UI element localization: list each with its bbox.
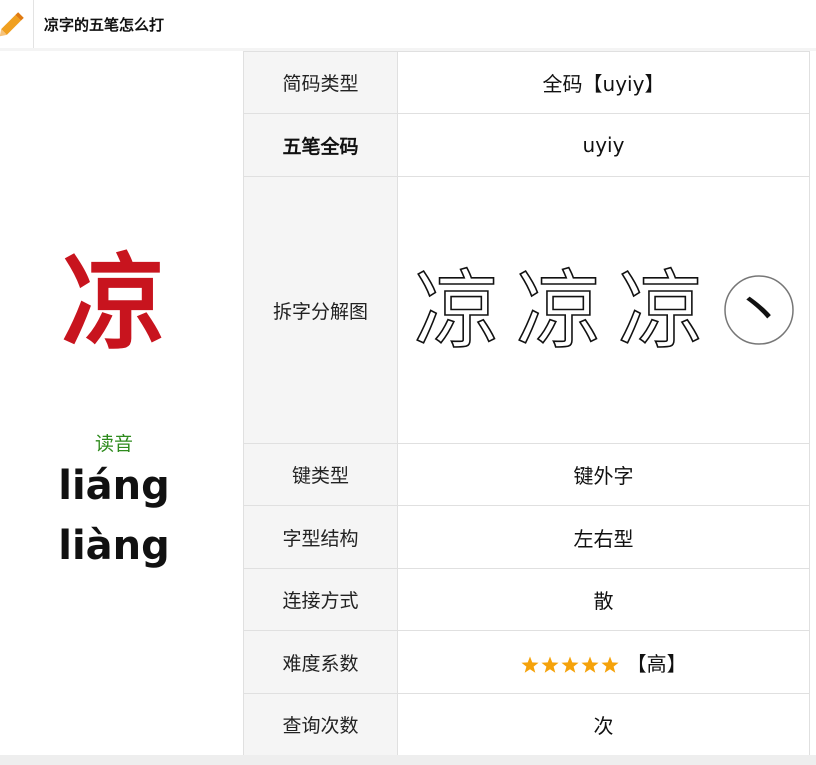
table-row: 难度系数 【高】	[243, 630, 810, 694]
decomposition-image: 凉 凉 凉 丶	[397, 176, 810, 444]
row-value-code-type: 全码【uyiy】	[397, 51, 810, 114]
wubi-info-table: 简码类型 全码【uyiy】 五笔全码 uyiy 拆字分解图 凉 凉 凉 丶 键类…	[243, 51, 810, 756]
character-panel: 凉 读音 liáng liàng	[0, 51, 243, 755]
row-value-full-code: uyiy	[397, 113, 810, 177]
row-key-query-count: 查询次数	[243, 693, 398, 756]
star-icon	[521, 656, 539, 673]
page-title: 凉字的五笔怎么打	[44, 16, 165, 34]
row-key-key-type: 键类型	[243, 443, 398, 506]
row-key-difficulty: 难度系数	[243, 630, 398, 694]
row-value-connection: 散	[397, 568, 810, 631]
table-row: 简码类型 全码【uyiy】	[243, 51, 810, 114]
decomp-glyph-2: 凉	[516, 261, 602, 361]
table-row: 查询次数 次	[243, 693, 810, 756]
stroke-glyph: 丶	[732, 280, 786, 343]
pinyin-reading-1: liáng	[58, 463, 170, 509]
stroke-decomposition-graphic: 凉 凉 凉 丶	[413, 260, 794, 361]
row-value-structure: 左右型	[397, 505, 810, 569]
reading-label: 读音	[94, 433, 133, 455]
row-key-full-code: 五笔全码	[243, 113, 398, 177]
table-row: 键类型 键外字	[243, 443, 810, 506]
star-icon	[541, 656, 559, 673]
row-value-query-count: 次	[397, 693, 810, 756]
row-key-connection: 连接方式	[243, 568, 398, 631]
table-row: 字型结构 左右型	[243, 505, 810, 569]
row-value-key-type: 键外字	[397, 443, 810, 506]
star-icon	[581, 656, 599, 673]
decomp-glyph-1: 凉	[414, 261, 500, 361]
row-key-structure: 字型结构	[243, 505, 398, 569]
pinyin-reading-2: liàng	[58, 523, 170, 569]
star-icon	[601, 656, 619, 673]
pencil-icon	[0, 0, 34, 48]
page-header: 凉字的五笔怎么打	[0, 0, 816, 49]
table-row: 拆字分解图 凉 凉 凉 丶	[243, 176, 810, 444]
decomp-glyph-3: 凉	[618, 261, 704, 361]
difficulty-label: 【高】	[626, 651, 687, 676]
table-row: 五笔全码 uyiy	[243, 113, 810, 177]
row-value-difficulty: 【高】	[397, 630, 810, 694]
table-row: 连接方式 散	[243, 568, 810, 631]
row-key-code-type: 简码类型	[243, 51, 398, 114]
character-glyph: 凉	[61, 242, 166, 364]
star-icon	[561, 656, 579, 673]
difficulty-stars	[520, 655, 620, 675]
footer-bar	[0, 755, 816, 765]
row-key-decomposition: 拆字分解图	[243, 176, 398, 444]
